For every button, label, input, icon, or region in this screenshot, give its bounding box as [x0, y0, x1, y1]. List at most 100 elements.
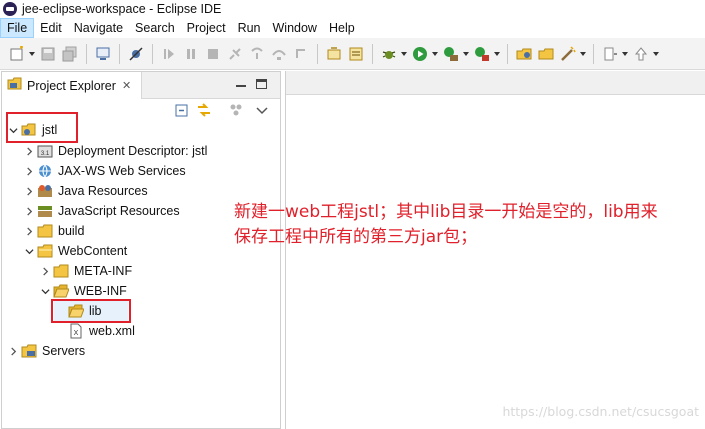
watermark: https://blog.csdn.net/csucsgoat	[502, 404, 699, 419]
chevron-right-icon[interactable]	[23, 201, 35, 221]
toolbar-separator	[86, 43, 87, 64]
tree-item-javascript-resources[interactable]: JavaScript Resources	[23, 201, 180, 221]
new-package-icon[interactable]	[515, 45, 533, 63]
new-dropdown-icon[interactable]	[28, 45, 35, 63]
toolbar-separator	[317, 43, 318, 64]
menu-bar: File Edit Navigate Search Project Run Wi…	[0, 18, 705, 38]
menu-edit[interactable]: Edit	[34, 18, 68, 38]
title-bar: jee-eclipse-workspace - Eclipse IDE	[0, 0, 705, 18]
editor-tab-bar	[286, 71, 705, 95]
step-over-icon[interactable]	[270, 45, 288, 63]
save-icon[interactable]	[39, 45, 57, 63]
minimize-icon[interactable]	[234, 78, 248, 92]
run-server-icon[interactable]	[442, 45, 460, 63]
toolbar-separator	[372, 43, 373, 64]
tree-item-build[interactable]: build	[23, 221, 84, 241]
open-console-icon[interactable]	[94, 45, 112, 63]
xml-file-icon: X	[68, 323, 84, 339]
run-server-dropdown-icon[interactable]	[462, 45, 469, 63]
menu-project[interactable]: Project	[181, 18, 232, 38]
open-folder-icon[interactable]	[537, 45, 555, 63]
chevron-right-icon[interactable]	[23, 181, 35, 201]
next-annotation-dropdown-icon[interactable]	[621, 45, 628, 63]
chevron-right-icon[interactable]	[23, 141, 35, 161]
tree-item-label: META-INF	[74, 264, 133, 278]
panel-tab-bar: Project Explorer ✕	[2, 72, 280, 99]
chevron-right-icon[interactable]	[23, 161, 35, 181]
tree-item-jax-ws[interactable]: JAX-WS Web Services	[23, 161, 186, 181]
tree-item-meta-inf[interactable]: META-INF	[39, 261, 132, 281]
toolbar-separator	[593, 43, 594, 64]
folder-open-icon	[53, 283, 69, 299]
toolbar-separator	[119, 43, 120, 64]
js-resources-icon	[37, 203, 53, 219]
menu-help[interactable]: Help	[323, 18, 361, 38]
toolbar-separator	[507, 43, 508, 64]
menu-file[interactable]: File	[0, 18, 35, 38]
tree-item-deployment-descriptor[interactable]: 3.1 Deployment Descriptor: jstl	[23, 141, 207, 161]
maximize-icon[interactable]	[256, 79, 267, 89]
run-dropdown-icon[interactable]	[431, 45, 438, 63]
tab-project-explorer-label: Project Explorer	[27, 78, 116, 93]
annotation-line-2: 保存工程中所有的第三方jar包；	[234, 227, 478, 247]
open-type-icon[interactable]	[325, 45, 343, 63]
chevron-down-icon[interactable]	[23, 241, 35, 261]
chevron-right-icon[interactable]	[39, 261, 51, 281]
menu-search[interactable]: Search	[129, 18, 181, 38]
tree-item-java-resources[interactable]: Java Resources	[23, 181, 148, 201]
editor-area	[285, 71, 705, 429]
debug-icon[interactable]	[380, 45, 398, 63]
next-annotation-icon[interactable]	[601, 45, 619, 63]
tree-item-web-inf[interactable]: WEB-INF	[39, 281, 127, 301]
highlight-box-project	[6, 112, 78, 143]
previous-annotation-icon[interactable]	[632, 45, 650, 63]
step-return-icon[interactable]	[292, 45, 310, 63]
tree-item-servers[interactable]: Servers	[7, 341, 85, 361]
tree-item-label: JAX-WS Web Services	[58, 164, 186, 178]
external-tools-dropdown-icon[interactable]	[493, 45, 500, 63]
menu-run[interactable]: Run	[232, 18, 267, 38]
collapse-all-icon[interactable]	[174, 102, 190, 118]
tree-item-label: JavaScript Resources	[58, 204, 180, 218]
wand-icon[interactable]	[559, 45, 577, 63]
resume-icon[interactable]	[160, 45, 178, 63]
wand-dropdown-icon[interactable]	[579, 45, 586, 63]
view-menu-icon[interactable]	[228, 102, 244, 118]
annotation-line-1: 新建一web工程jstl；其中lib目录一开始是空的，lib用来	[234, 202, 658, 222]
run-icon[interactable]	[411, 45, 429, 63]
tab-project-explorer[interactable]: Project Explorer ✕	[2, 72, 142, 99]
tree-item-web-xml[interactable]: X web.xml	[54, 321, 135, 341]
window-title: jee-eclipse-workspace - Eclipse IDE	[22, 2, 222, 16]
descriptor-icon: 3.1	[37, 143, 53, 159]
chevron-right-icon[interactable]	[7, 341, 19, 361]
terminate-icon[interactable]	[204, 45, 222, 63]
debug-dropdown-icon[interactable]	[400, 45, 407, 63]
chevron-down-icon[interactable]	[39, 281, 51, 301]
folder-icon	[37, 223, 53, 239]
tree-item-label: Deployment Descriptor: jstl	[58, 144, 208, 158]
suspend-icon[interactable]	[182, 45, 200, 63]
save-all-icon[interactable]	[61, 45, 79, 63]
tree-item-webcontent[interactable]: WebContent	[23, 241, 127, 261]
chevron-right-icon[interactable]	[23, 221, 35, 241]
menu-navigate[interactable]: Navigate	[68, 18, 129, 38]
webservices-icon	[37, 163, 53, 179]
skip-breakpoints-icon[interactable]	[127, 45, 145, 63]
link-with-editor-icon[interactable]	[196, 102, 212, 118]
tree-item-label: WEB-INF	[74, 284, 127, 298]
step-into-icon[interactable]	[248, 45, 266, 63]
open-task-icon[interactable]	[347, 45, 365, 63]
java-resources-icon	[37, 183, 53, 199]
close-icon[interactable]: ✕	[122, 79, 131, 92]
disconnect-icon[interactable]	[226, 45, 244, 63]
menu-window[interactable]: Window	[267, 18, 323, 38]
project-explorer-icon	[7, 76, 23, 95]
tree-item-label: Java Resources	[58, 184, 148, 198]
new-wizard-icon[interactable]	[8, 45, 26, 63]
external-tools-icon[interactable]	[473, 45, 491, 63]
previous-annotation-dropdown-icon[interactable]	[652, 45, 659, 63]
chevron-down-icon[interactable]	[254, 102, 270, 118]
folder-icon	[53, 263, 69, 279]
folder-icon	[37, 243, 53, 259]
